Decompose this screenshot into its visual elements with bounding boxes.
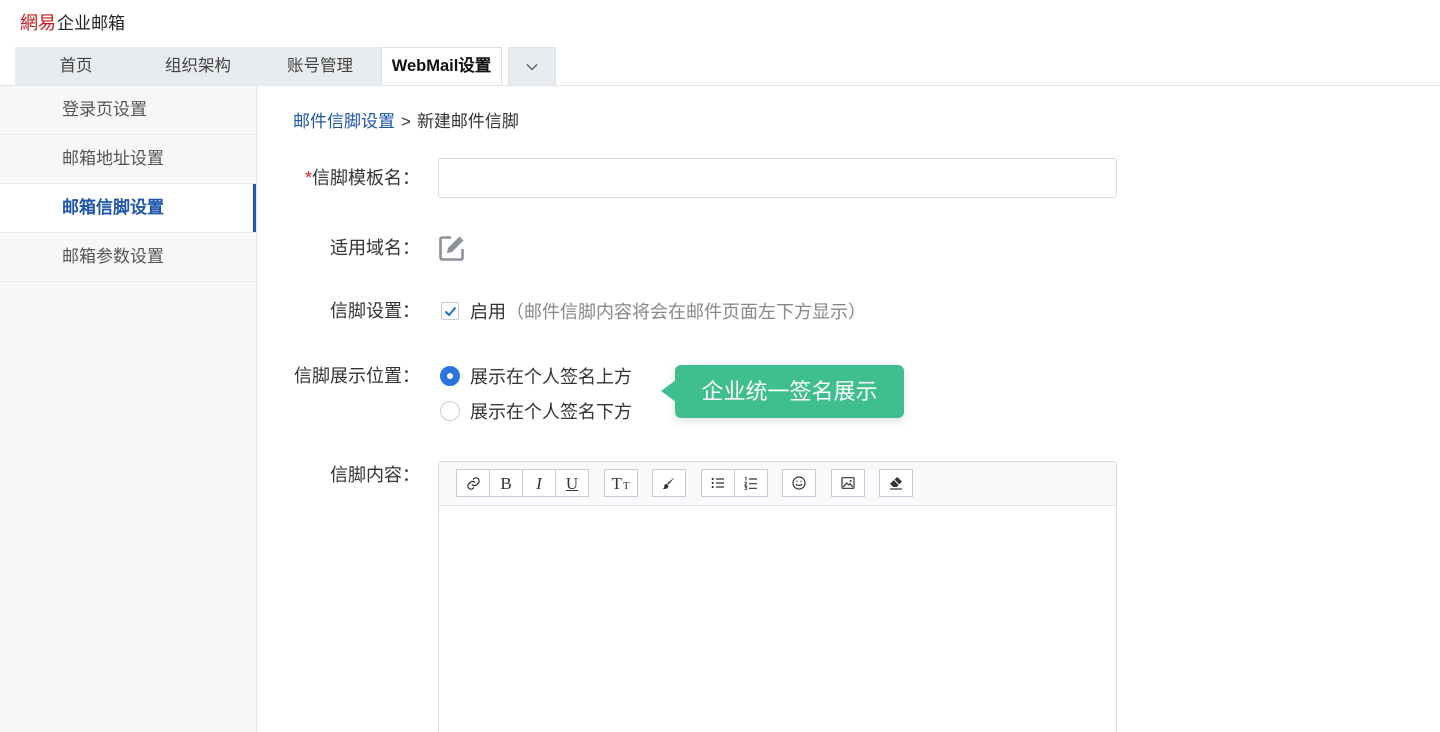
sidebar-item-mail-address[interactable]: 邮箱地址设置 [0, 135, 256, 184]
sidebar-item-mail-params[interactable]: 邮箱参数设置 [0, 233, 256, 282]
bullet-list-button[interactable] [700, 469, 735, 497]
editor-toolbar: B I U TT [439, 462, 1116, 506]
breadcrumb-current: 新建邮件信脚 [416, 112, 519, 131]
numbered-list-icon [743, 475, 759, 491]
enable-footer-row: 启用 （邮件信脚内容将会在邮件页面左下方显示） [441, 299, 866, 323]
logo: 網易企业邮箱 [20, 13, 125, 35]
font-size-button[interactable]: TT [603, 469, 638, 497]
position-below-radio[interactable] [440, 401, 460, 421]
toolbar-group-emoji [782, 469, 816, 505]
template-name-label-text: 信脚模板名： [312, 168, 420, 188]
tab-webmail-settings[interactable]: WebMail设置 [381, 47, 502, 85]
check-icon [444, 306, 456, 316]
bullet-list-icon [710, 475, 726, 491]
tabs-more-button[interactable] [508, 47, 556, 85]
toolbar-group-format: B I U [456, 469, 589, 505]
tab-home[interactable]: 首页 [15, 47, 137, 85]
tab-organization[interactable]: 组织架构 [137, 47, 259, 85]
image-icon [840, 475, 856, 491]
tooltip-arrow [661, 380, 676, 402]
position-option-below[interactable]: 展示在个人签名下方 [440, 399, 632, 423]
emoji-button[interactable] [782, 469, 816, 497]
underline-icon: U [565, 473, 579, 493]
enable-footer-checkbox[interactable] [441, 302, 459, 320]
chevron-down-icon [526, 63, 538, 71]
position-option-above[interactable]: 展示在个人签名上方 [440, 364, 632, 388]
footer-position-label: 信脚展示位置： [294, 366, 420, 386]
editor-content-area[interactable] [439, 506, 1116, 732]
insert-image-button[interactable] [830, 469, 865, 497]
bold-icon: B [500, 473, 512, 493]
tab-accounts[interactable]: 账号管理 [259, 47, 381, 85]
template-name-label: *信脚模板名： [258, 166, 420, 190]
required-mark: * [304, 168, 312, 188]
underline-button[interactable]: U [555, 469, 589, 497]
footer-content-label: 信脚内容： [330, 465, 420, 485]
top-nav-tabs: 首页 组织架构 账号管理 WebMail设置 [15, 47, 556, 85]
text-color-button[interactable] [652, 469, 686, 497]
toolbar-group-lists [700, 469, 768, 505]
emoji-icon [791, 475, 807, 491]
toolbar-group-clear [879, 469, 913, 505]
tooltip-text: 企业统一签名展示 [701, 379, 878, 404]
position-above-radio[interactable] [440, 366, 460, 386]
font-size-glyph-small: T [622, 479, 630, 492]
link-icon [466, 476, 481, 491]
logo-product: 企业邮箱 [57, 14, 125, 33]
breadcrumb-separator: > [401, 112, 411, 131]
logo-brand: 網易 [20, 13, 56, 34]
eraser-icon [888, 475, 904, 491]
domain-label: 适用域名： [330, 238, 420, 258]
edit-icon[interactable] [438, 235, 465, 262]
toolbar-group-font-size: TT [603, 469, 638, 505]
sidebar-item-mail-footer[interactable]: 邮箱信脚设置 [0, 184, 256, 233]
toolbar-group-image [830, 469, 865, 505]
numbered-list-button[interactable] [733, 469, 768, 497]
link-button[interactable] [456, 469, 490, 497]
enable-footer-label[interactable]: 启用 [470, 298, 506, 324]
rich-text-editor: B I U TT [438, 461, 1117, 732]
breadcrumb: 邮件信脚设置 > 新建邮件信脚 [293, 111, 519, 133]
italic-button[interactable]: I [522, 469, 556, 497]
enable-footer-hint: （邮件信脚内容将会在邮件页面左下方显示） [506, 302, 866, 322]
footer-setting-label: 信脚设置： [330, 301, 420, 321]
breadcrumb-parent-link[interactable]: 邮件信脚设置 [293, 112, 395, 131]
sidebar-item-login-page[interactable]: 登录页设置 [0, 86, 256, 135]
position-below-label[interactable]: 展示在个人签名下方 [470, 398, 632, 424]
template-name-input[interactable] [438, 158, 1117, 198]
bold-button[interactable]: B [489, 469, 523, 497]
sidebar: 登录页设置 邮箱地址设置 邮箱信脚设置 邮箱参数设置 [0, 86, 257, 732]
italic-icon: I [536, 473, 542, 493]
font-size-glyph-large: T [611, 473, 622, 493]
clear-format-button[interactable] [879, 469, 913, 497]
font-size-icon: TT [611, 475, 629, 492]
position-above-label[interactable]: 展示在个人签名上方 [470, 363, 632, 389]
brush-icon [661, 475, 677, 491]
tooltip: 企业统一签名展示 [661, 365, 904, 418]
toolbar-group-color [652, 469, 686, 505]
